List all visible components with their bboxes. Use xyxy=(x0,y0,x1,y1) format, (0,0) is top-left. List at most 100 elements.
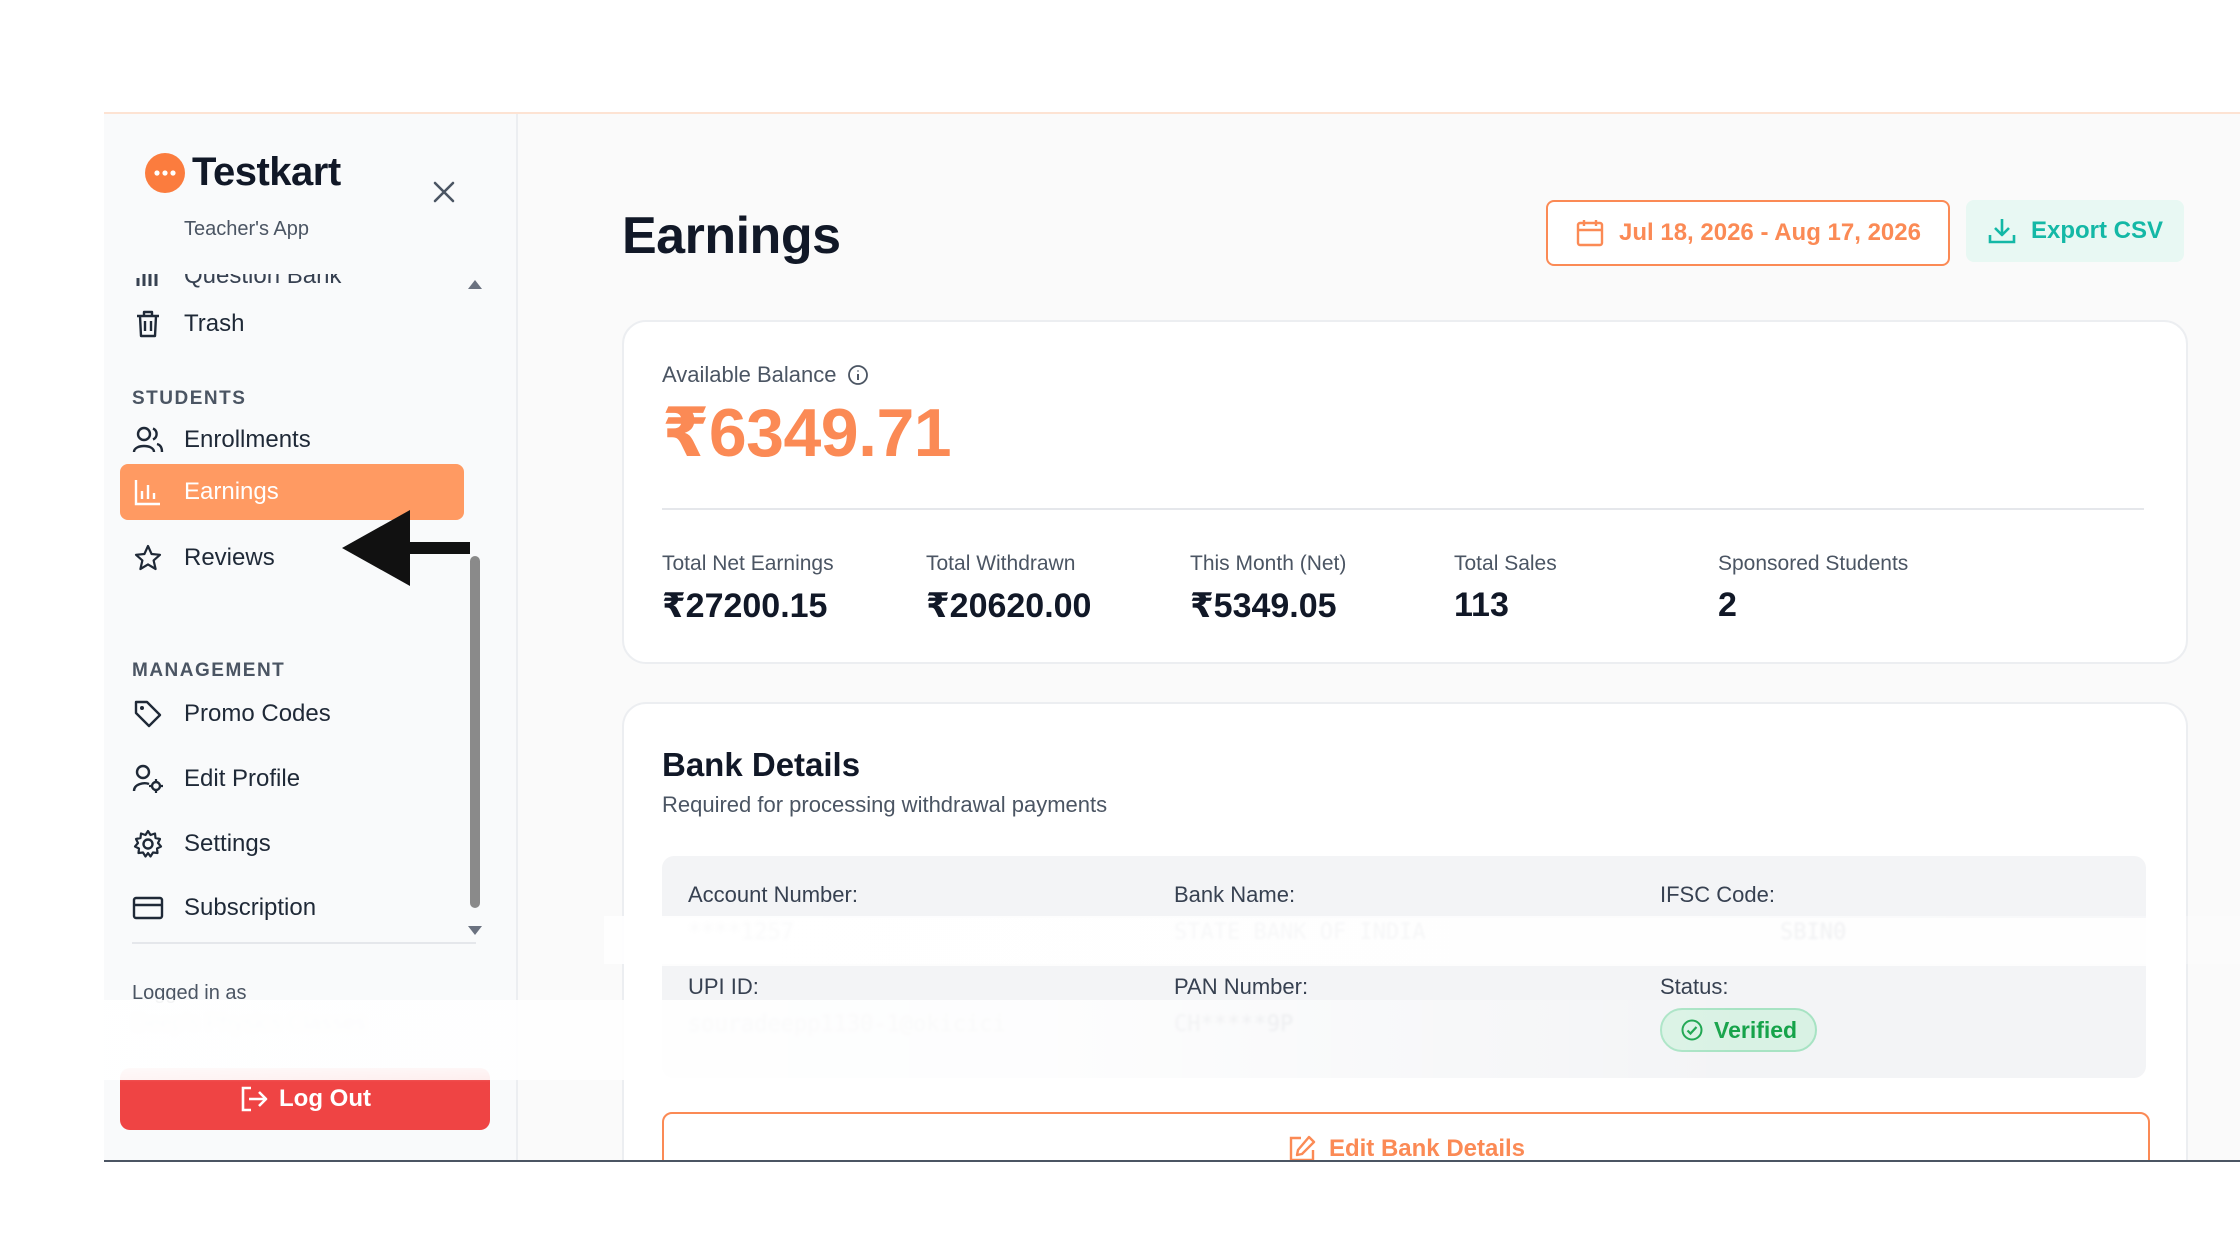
status-field: Status: Verified xyxy=(1660,974,1818,1052)
stat-total-net-earnings: Total Net Earnings ₹27200.15 xyxy=(662,552,834,626)
star-icon xyxy=(132,542,164,574)
stat-label: Total Net Earnings xyxy=(662,552,834,575)
field-label: Bank Name: xyxy=(1174,882,1296,907)
balance-divider xyxy=(662,508,2144,510)
field-label: Status: xyxy=(1660,974,1729,999)
user-cog-icon xyxy=(132,763,164,795)
bank-details-title: Bank Details xyxy=(662,746,861,783)
available-balance-label: Available Balance xyxy=(662,362,869,388)
brand-subtitle: Teacher's App xyxy=(184,218,310,240)
sidebar-item-label: Settings xyxy=(184,830,271,857)
sidebar-item-settings[interactable]: Settings xyxy=(120,816,464,872)
upi-id-field: UPI ID: souradeepp1130-1@okicici xyxy=(688,974,1006,1037)
sidebar-item-edit-profile[interactable]: Edit Profile xyxy=(120,751,464,807)
sidebar-item-label: Trash xyxy=(184,310,245,337)
balance-card: Available Balance ₹6349.71 Total Net Ear… xyxy=(622,320,2188,664)
testkart-logo-icon xyxy=(145,152,185,193)
bar-chart-icon xyxy=(136,274,158,286)
bank-details-grid: Account Number: ****1257 Bank Name: STAT… xyxy=(662,856,2146,1078)
sidebar-item-enrollments[interactable]: Enrollments xyxy=(120,412,464,468)
export-csv-button[interactable]: Export CSV xyxy=(1966,200,2184,262)
section-label-management: MANAGEMENT xyxy=(132,660,286,681)
app-window: Testkart Teacher's App Question Bank Tra… xyxy=(104,112,2240,1162)
sidebar-item-label: Reviews xyxy=(184,544,275,571)
bar-chart-icon xyxy=(132,476,164,508)
field-label: IFSC Code: xyxy=(1660,882,1775,907)
main-content: Earnings Jul 18, 2026 - Aug 17, 2026 Exp… xyxy=(518,114,2240,1160)
logged-in-name: Deep's Physics Classes xyxy=(132,1010,367,1035)
download-icon xyxy=(1988,219,2016,244)
edit-bank-details-button[interactable]: Edit Bank Details xyxy=(662,1112,2150,1162)
sidebar-item-label: Earnings xyxy=(184,478,279,505)
brand-name: Testkart xyxy=(192,150,341,194)
sidebar-item-label: Subscription xyxy=(184,894,317,921)
field-value: souradeepp1130-1@okicici xyxy=(688,1012,1006,1037)
users-icon xyxy=(132,424,164,456)
sidebar-item-label: Question Bank xyxy=(184,274,342,289)
logout-button[interactable]: Log Out xyxy=(120,1068,490,1130)
stat-total-withdrawn: Total Withdrawn ₹20620.00 xyxy=(926,552,1091,626)
stat-sponsored-students: Sponsored Students 2 xyxy=(1718,552,1908,625)
field-value: STATE BANK OF INDIA xyxy=(1174,920,1426,945)
logged-in-label: Logged in as xyxy=(132,982,247,1004)
bank-name-field: Bank Name: STATE BANK OF INDIA xyxy=(1174,882,1426,945)
logout-label: Log Out xyxy=(279,1085,371,1112)
status-badge-label: Verified xyxy=(1714,1016,1798,1043)
section-label-students: STUDENTS xyxy=(132,388,247,409)
sidebar-item-question-bank[interactable]: Question Bank xyxy=(132,274,341,292)
stat-value: 2 xyxy=(1718,586,1737,624)
stat-label: Total Sales xyxy=(1454,552,1557,575)
field-label: Account Number: xyxy=(688,882,858,907)
bank-details-card: Bank Details Required for processing wit… xyxy=(622,702,2188,1162)
info-icon[interactable] xyxy=(847,364,869,386)
stat-value: ₹5349.05 xyxy=(1190,587,1337,625)
stat-value: ₹27200.15 xyxy=(662,587,828,625)
stat-label: Total Withdrawn xyxy=(926,552,1076,575)
nav-divider xyxy=(132,942,476,944)
scroll-thumb[interactable] xyxy=(470,556,480,908)
field-value: SBIN0 xyxy=(1780,920,1847,945)
sidebar-item-promo-codes[interactable]: Promo Codes xyxy=(120,686,464,742)
logout-icon xyxy=(241,1086,268,1112)
close-sidebar-icon[interactable] xyxy=(430,178,458,206)
status-badge: Verified xyxy=(1660,1008,1818,1052)
stat-value: 113 xyxy=(1454,586,1509,624)
available-balance-text: Available Balance xyxy=(662,362,837,387)
edit-bank-details-label: Edit Bank Details xyxy=(1328,1135,1526,1162)
date-range-label: Jul 18, 2026 - Aug 17, 2026 xyxy=(1619,219,1921,246)
check-circle-icon xyxy=(1681,1019,1703,1041)
stat-value: ₹20620.00 xyxy=(926,587,1092,625)
credit-card-icon xyxy=(132,892,164,924)
sidebar-item-label: Promo Codes xyxy=(184,700,331,727)
trash-icon xyxy=(132,308,164,340)
stat-label: This Month (Net) xyxy=(1190,552,1347,575)
sidebar: Testkart Teacher's App Question Bank Tra… xyxy=(104,114,518,1160)
available-balance-amount: ₹6349.71 xyxy=(662,395,952,471)
sidebar-scrollbar[interactable] xyxy=(464,274,488,940)
sidebar-item-label: Enrollments xyxy=(184,426,311,453)
ifsc-code-field: IFSC Code: SBIN0 xyxy=(1660,882,1846,945)
edit-icon xyxy=(1289,1135,1316,1160)
field-label: PAN Number: xyxy=(1174,974,1309,999)
scroll-up-arrow-icon[interactable] xyxy=(468,280,482,289)
annotation-arrow-icon xyxy=(342,510,470,586)
stat-this-month-net: This Month (Net) ₹5349.05 xyxy=(1190,552,1346,626)
stat-label: Sponsored Students xyxy=(1718,552,1909,575)
tag-icon xyxy=(132,698,164,730)
page-title: Earnings xyxy=(622,207,841,265)
sidebar-item-subscription[interactable]: Subscription xyxy=(120,880,464,936)
brand: Testkart xyxy=(144,150,341,195)
calendar-icon xyxy=(1576,220,1604,247)
sidebar-item-label: Edit Profile xyxy=(184,765,301,792)
field-value: ****1257 xyxy=(688,920,794,945)
field-value: CH*****9P xyxy=(1174,1012,1294,1037)
scroll-down-arrow-icon[interactable] xyxy=(468,926,482,935)
sidebar-item-trash[interactable]: Trash xyxy=(120,296,464,352)
bank-details-subtitle: Required for processing withdrawal payme… xyxy=(662,792,1108,817)
export-csv-label: Export CSV xyxy=(2030,217,2164,244)
gear-icon xyxy=(132,828,164,860)
stat-total-sales: Total Sales 113 xyxy=(1454,552,1557,625)
date-range-picker-button[interactable]: Jul 18, 2026 - Aug 17, 2026 xyxy=(1546,200,1950,266)
account-number-field: Account Number: ****1257 xyxy=(688,882,858,945)
pan-number-field: PAN Number: CH*****9P xyxy=(1174,974,1308,1037)
